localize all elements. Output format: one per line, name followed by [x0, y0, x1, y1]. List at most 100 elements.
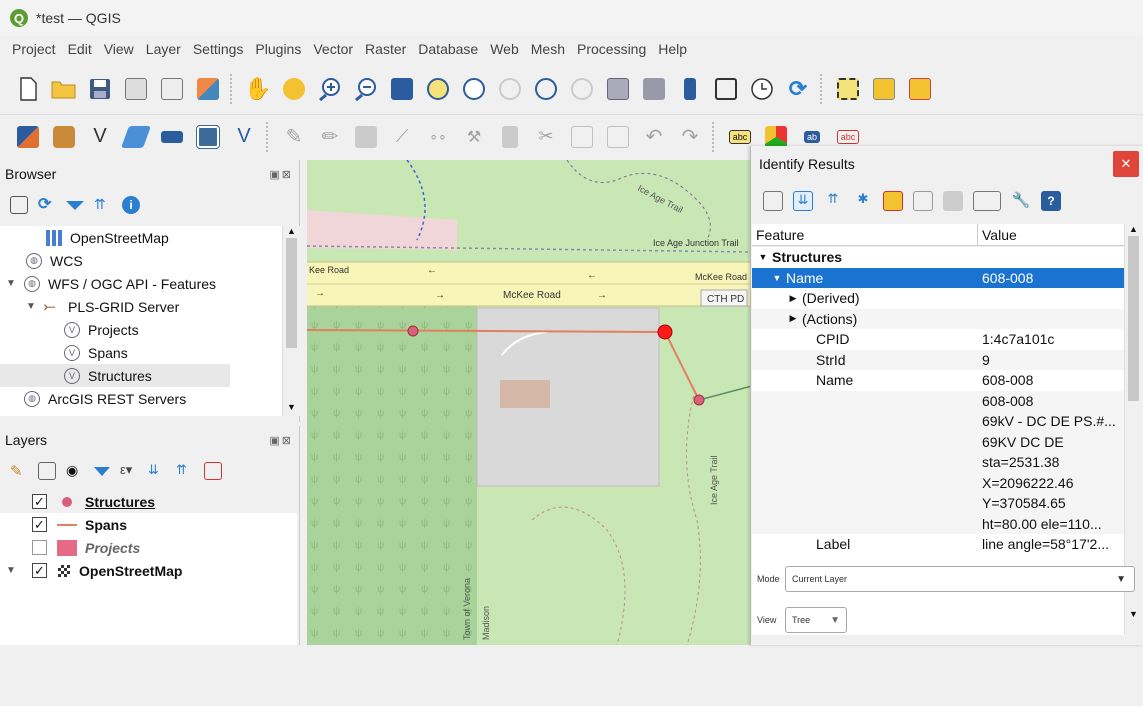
copy-feature-icon[interactable] [913, 191, 933, 211]
zoom-last-button[interactable] [532, 75, 560, 103]
filter-icon[interactable] [66, 200, 84, 210]
chevron-right-icon[interactable]: ▶ [786, 313, 800, 324]
identify-row[interactable]: Label line angle=58°17'2... [752, 534, 1124, 555]
layer-item-spans[interactable]: ✓ Spans [0, 513, 297, 536]
layer-visibility-checkbox[interactable]: ✓ [32, 494, 47, 509]
redo-button[interactable]: ↷ [676, 123, 704, 151]
add-group-icon[interactable] [38, 462, 56, 480]
menu-edit[interactable]: Edit [62, 41, 98, 57]
style-brush-icon[interactable]: ✎ [10, 462, 28, 480]
save-edits-button[interactable] [352, 123, 380, 151]
browser-item-structures[interactable]: V Structures [0, 364, 230, 387]
eye-icon[interactable]: ◉ [66, 462, 84, 480]
identify-row[interactable]: ▶ (Actions) [752, 308, 1124, 329]
pan-map-button[interactable]: ✋ [244, 75, 272, 103]
modify-attributes-button[interactable]: ⚒ [460, 123, 488, 151]
selected-structure-point[interactable] [657, 324, 673, 340]
close-button[interactable]: ✕ [1113, 151, 1139, 177]
add-line-button[interactable]: ⟋ [388, 123, 416, 151]
browser-item-wfs[interactable]: ▼ ◍ WFS / OGC API - Features [0, 272, 282, 295]
menu-help[interactable]: Help [652, 41, 693, 57]
menu-layer[interactable]: Layer [140, 41, 187, 57]
menu-vector[interactable]: Vector [307, 41, 359, 57]
panel-float-close-icons[interactable]: ▣⊠ [269, 168, 293, 181]
new-geopackage-button[interactable] [50, 123, 78, 151]
identify-row[interactable]: ht=80.00 ele=110... [752, 513, 1124, 534]
chevron-right-icon[interactable]: ▶ [786, 293, 800, 304]
expand-all-icon[interactable]: ⇊ [793, 191, 813, 211]
chevron-down-icon[interactable]: ▼ [6, 565, 20, 576]
chevron-down-icon[interactable]: ▼ [4, 278, 18, 289]
column-header-value[interactable]: Value [978, 224, 1017, 245]
menu-database[interactable]: Database [412, 41, 484, 57]
scroll-down-arrow-icon[interactable]: ▼ [283, 402, 300, 412]
new-3d-view-button[interactable] [640, 75, 668, 103]
layer-item-structures[interactable]: ✓ Structures [0, 490, 297, 513]
delete-selected-button[interactable] [496, 123, 524, 151]
temporal-controller-button[interactable] [748, 75, 776, 103]
help-icon[interactable]: ? [1041, 191, 1061, 211]
chevron-down-icon[interactable]: ▼ [756, 252, 770, 262]
identify-row[interactable]: sta=2531.38 [752, 452, 1124, 473]
expression-filter-icon[interactable]: ε▾ [120, 462, 138, 480]
scroll-up-arrow-icon[interactable]: ▲ [1125, 224, 1142, 234]
view-select[interactable]: Tree ▼ [785, 607, 847, 633]
identify-row[interactable]: 69KV DC DE [752, 431, 1124, 452]
save-project-button[interactable] [86, 75, 114, 103]
structure-point[interactable] [407, 325, 419, 337]
layer-item-openstreetmap[interactable]: ▼ ✓ OpenStreetMap [0, 559, 297, 582]
undo-button[interactable]: ↶ [640, 123, 668, 151]
menu-web[interactable]: Web [484, 41, 525, 57]
mode-select[interactable]: Current Layer ▼ [785, 566, 1135, 592]
new-shapefile-button[interactable]: V [86, 123, 114, 151]
browser-item-projects[interactable]: V Projects [0, 318, 282, 341]
zoom-to-selection-button[interactable] [424, 75, 452, 103]
pan-to-selection-button[interactable] [280, 75, 308, 103]
layout-manager-button[interactable] [158, 75, 186, 103]
wrench-icon[interactable]: 🔧 [1011, 191, 1031, 211]
vertex-tool-button[interactable]: ∘∘ [424, 123, 452, 151]
cut-features-button[interactable]: ✂ [532, 123, 560, 151]
refresh-icon[interactable]: ⟳ [38, 196, 56, 214]
scroll-up-arrow-icon[interactable]: ▲ [283, 226, 300, 236]
identify-row[interactable]: StrId 9 [752, 349, 1124, 370]
current-edits-button[interactable]: ✎ [280, 123, 308, 151]
structure-point[interactable] [693, 394, 705, 406]
identify-row[interactable]: Name 608-008 [752, 370, 1124, 391]
zoom-next-button[interactable] [568, 75, 596, 103]
layer-visibility-checkbox[interactable]: ✓ [32, 563, 47, 578]
zoom-out-button[interactable] [352, 75, 380, 103]
identify-row[interactable]: 69kV - DC DE PS.#... [752, 411, 1124, 432]
new-print-layout-button[interactable] [122, 75, 150, 103]
collapse-all-icon[interactable]: ⇈ [94, 196, 112, 214]
menu-view[interactable]: View [98, 41, 140, 57]
browser-item-arcgis-rest[interactable]: ◍ ArcGIS REST Servers [0, 387, 282, 410]
new-project-button[interactable] [14, 75, 42, 103]
expand-tree-icon[interactable] [763, 191, 783, 211]
scroll-thumb[interactable] [1128, 236, 1139, 401]
expand-new-results-icon[interactable]: ✱ [853, 191, 873, 211]
menu-raster[interactable]: Raster [359, 41, 412, 57]
map-canvas[interactable]: ψ Ice Age Trail Ice Age Junction Trail K… [307, 160, 752, 645]
browser-item-spans[interactable]: V Spans [0, 341, 282, 364]
new-mesh-layer-button[interactable] [194, 123, 222, 151]
scroll-thumb[interactable] [286, 238, 297, 348]
add-wfs-layer-button[interactable]: V [230, 123, 258, 151]
info-icon[interactable]: i [122, 196, 140, 214]
print-icon[interactable] [943, 191, 963, 211]
add-selected-layers-icon[interactable] [10, 196, 28, 214]
remove-layer-icon[interactable] [204, 462, 222, 480]
browser-item-pls-grid-server[interactable]: ▼ ⤚ PLS-GRID Server [0, 295, 282, 318]
identify-row[interactable]: CPID 1:4c7a101c [752, 329, 1124, 350]
menu-plugins[interactable]: Plugins [249, 41, 307, 57]
browser-item-openstreetmap[interactable]: OpenStreetMap [0, 226, 282, 249]
menu-settings[interactable]: Settings [187, 41, 250, 57]
identify-row[interactable]: ▼ Structures [752, 247, 1124, 268]
new-map-view-button[interactable] [604, 75, 632, 103]
paste-features-button[interactable] [604, 123, 632, 151]
copy-features-button[interactable] [568, 123, 596, 151]
clear-results-icon[interactable] [883, 191, 903, 211]
refresh-button[interactable]: ⟳ [784, 75, 812, 103]
zoom-native-button[interactable] [496, 75, 524, 103]
menu-project[interactable]: Project [6, 41, 62, 57]
